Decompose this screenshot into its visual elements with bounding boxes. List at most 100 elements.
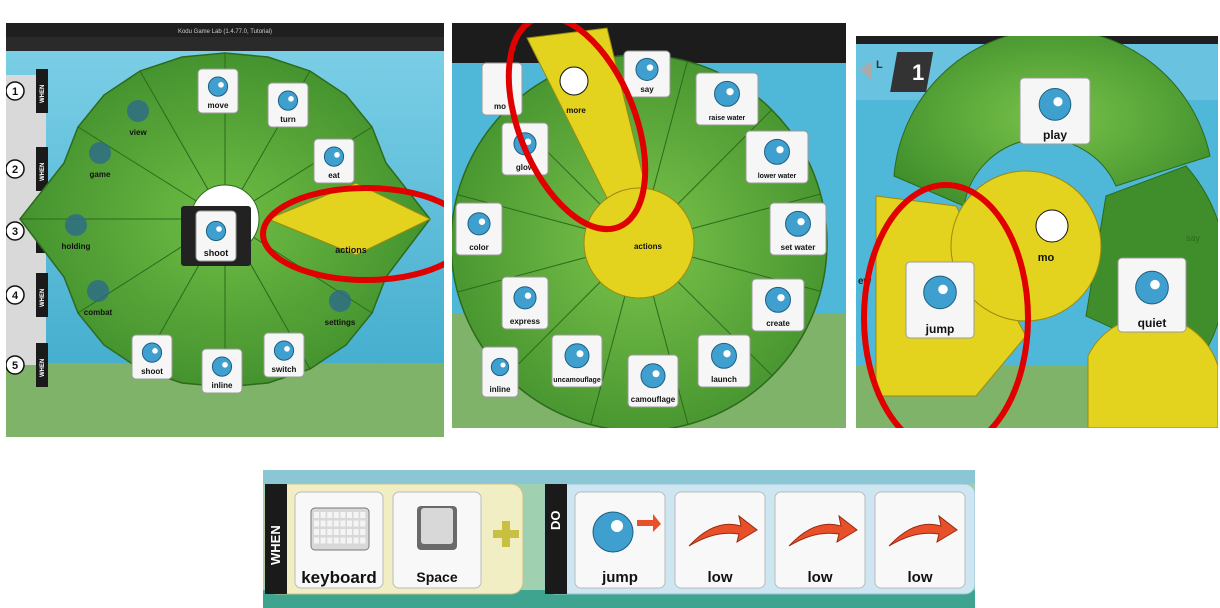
combat-label: combat bbox=[84, 308, 113, 317]
wheel-item-camouflage-label: camouflage bbox=[631, 395, 676, 404]
wheel-item-inline-tile[interactable]: inline bbox=[481, 346, 519, 398]
do-block: DO jump low low low bbox=[544, 483, 975, 595]
window-title: Kodu Game Lab (1.4.77.0, Tutorial) bbox=[178, 29, 272, 35]
svg-text:4: 4 bbox=[12, 290, 19, 302]
wheel-item-express-label: express bbox=[510, 317, 541, 326]
svg-text:2: 2 bbox=[12, 164, 18, 176]
keyboard-tile[interactable]: keyboard bbox=[294, 491, 384, 589]
combat-icon bbox=[87, 280, 109, 302]
more-icon bbox=[1035, 209, 1069, 243]
screenshot-panel-rule: WHEN keyboard Space DO jump low low low bbox=[263, 470, 975, 608]
action-label: low bbox=[708, 569, 733, 586]
wheel-item-quiet-label: quiet bbox=[1138, 316, 1167, 330]
more-center-label: mo bbox=[1038, 252, 1055, 264]
space-tile[interactable]: Space bbox=[392, 491, 482, 589]
wheel-item-create-tile[interactable]: create bbox=[751, 278, 805, 332]
wheel-item-color-tile[interactable]: color bbox=[455, 202, 503, 256]
do-label: DO bbox=[548, 511, 563, 531]
wheel-item-uncamouflage-label: uncamouflage bbox=[553, 377, 601, 384]
wheel-item-cut-left[interactable]: mo bbox=[481, 62, 523, 116]
wheel-item-uncamouflage-icon bbox=[564, 343, 590, 369]
settings-label: settings bbox=[325, 318, 356, 327]
wheel-item-camouflage-tile[interactable]: camouflage bbox=[627, 354, 679, 408]
wheel-item-turn-label: turn bbox=[280, 115, 296, 124]
wheel-item-inline-icon bbox=[211, 356, 233, 377]
wheel-item-say-label: say bbox=[640, 85, 654, 94]
action-low-tile[interactable]: low bbox=[674, 491, 766, 589]
wheel-item-jump-icon bbox=[923, 275, 957, 310]
wheel-item-say-tile[interactable]: say bbox=[623, 50, 671, 98]
svg-text:5: 5 bbox=[12, 360, 18, 372]
wheel-item-eat-icon bbox=[323, 146, 345, 167]
wheel-item-express-tile[interactable]: express bbox=[501, 276, 549, 330]
wheel-item-play-label: play bbox=[1043, 128, 1067, 142]
wheel-item-shoot-label: shoot bbox=[141, 367, 163, 376]
holding-icon bbox=[65, 214, 87, 236]
wheel-item-turn-icon bbox=[277, 90, 299, 111]
cut-left-label: mo bbox=[494, 102, 506, 111]
actions-label: actions bbox=[335, 245, 367, 255]
wheel-item-create-icon bbox=[765, 286, 791, 313]
screenshot-panel-jump-wheel: L 1 R playjumpquiet mo ew say bbox=[856, 36, 1218, 428]
wheel-item-lower-water-label: lower water bbox=[758, 173, 797, 180]
when-label: WHEN bbox=[268, 525, 283, 565]
wheel-item-quiet-icon bbox=[1135, 270, 1169, 305]
wheel-item-lower-water-icon bbox=[764, 138, 790, 165]
wheel-item-color-icon bbox=[467, 212, 491, 236]
wheel-item-shoot-icon bbox=[141, 342, 163, 363]
game-icon bbox=[89, 142, 111, 164]
wheel-item-quiet-tile[interactable]: quiet bbox=[1117, 257, 1187, 333]
view-icon bbox=[127, 100, 149, 122]
space-label: Space bbox=[416, 569, 457, 585]
svg-text:WHEN: WHEN bbox=[40, 163, 46, 181]
wheel-item-say-icon bbox=[635, 57, 659, 81]
wheel-item-view[interactable]: view bbox=[127, 100, 149, 137]
wheel-item-eat-tile[interactable]: eat bbox=[313, 138, 355, 184]
wheel-item-game[interactable]: game bbox=[89, 142, 111, 179]
view-label: view bbox=[129, 128, 147, 137]
do-shoot-icon bbox=[205, 220, 227, 242]
wheel-item-launch-label: launch bbox=[711, 375, 737, 384]
wheel-item-inline-label: inline bbox=[490, 385, 511, 394]
wheel-item-jump-tile[interactable]: jump bbox=[905, 261, 975, 339]
wheel-item-set-water-label: set water bbox=[781, 243, 816, 252]
wheel-item-color-label: color bbox=[469, 243, 489, 252]
wheel-item-launch-tile[interactable]: launch bbox=[697, 334, 751, 388]
settings-icon bbox=[329, 290, 351, 312]
wheel-item-lower-water-tile[interactable]: lower water bbox=[745, 130, 809, 184]
wheel-item-shoot-tile[interactable]: shoot bbox=[131, 334, 173, 380]
wheel-item-switch-tile[interactable]: switch bbox=[263, 332, 305, 378]
wheel-item-play-tile[interactable]: play bbox=[1019, 77, 1091, 145]
action-low-tile[interactable]: low bbox=[874, 491, 966, 589]
more-icon bbox=[559, 66, 589, 96]
wheel-item-create-label: create bbox=[766, 319, 790, 328]
svg-text:WHEN: WHEN bbox=[40, 289, 46, 307]
do-shoot-tile[interactable]: shoot bbox=[195, 210, 237, 262]
wheel-item-move-label: move bbox=[208, 101, 229, 110]
wheel-item-launch-icon bbox=[711, 342, 737, 369]
svg-text:WHEN: WHEN bbox=[40, 359, 46, 377]
keyboard-label: keyboard bbox=[301, 568, 377, 587]
wheel-item-inline-tile[interactable]: inline bbox=[201, 348, 243, 394]
wheel-item-turn-tile[interactable]: turn bbox=[267, 82, 309, 128]
wheel-item-express-icon bbox=[513, 286, 537, 310]
wheel-item-inline-label: inline bbox=[212, 381, 233, 390]
do-shoot-label: shoot bbox=[204, 248, 229, 258]
screenshot-panel-actions-wheel: Kodu Game Lab (1.4.77.0, Tutorial) 1 WHEN… bbox=[6, 23, 444, 437]
wheel-item-uncamouflage-tile[interactable]: uncamouflage bbox=[551, 334, 603, 388]
when-block: WHEN keyboard Space bbox=[264, 483, 524, 595]
wheel-item-switch-label: switch bbox=[272, 365, 297, 374]
wheel-item-move-tile[interactable]: move bbox=[197, 68, 239, 114]
wheel-item-jump-label: jump bbox=[925, 322, 955, 336]
actions-center-label: actions bbox=[634, 242, 663, 251]
action-jump-tile[interactable]: jump bbox=[574, 491, 666, 589]
wheel-item-camouflage-icon bbox=[640, 363, 666, 389]
page-number: 1 bbox=[912, 60, 924, 85]
wheel-item-raise-water-icon bbox=[714, 80, 740, 107]
wheel-item-raise-water-tile[interactable]: raise water bbox=[695, 72, 759, 126]
wheel-item-set-water-tile[interactable]: set water bbox=[769, 202, 827, 256]
action-low-tile[interactable]: low bbox=[774, 491, 866, 589]
cut-right-label: say bbox=[1186, 233, 1201, 243]
screenshot-panel-more-wheel: more say raise water lower water set water cr… bbox=[452, 23, 846, 428]
keyboard-icon bbox=[310, 507, 370, 551]
